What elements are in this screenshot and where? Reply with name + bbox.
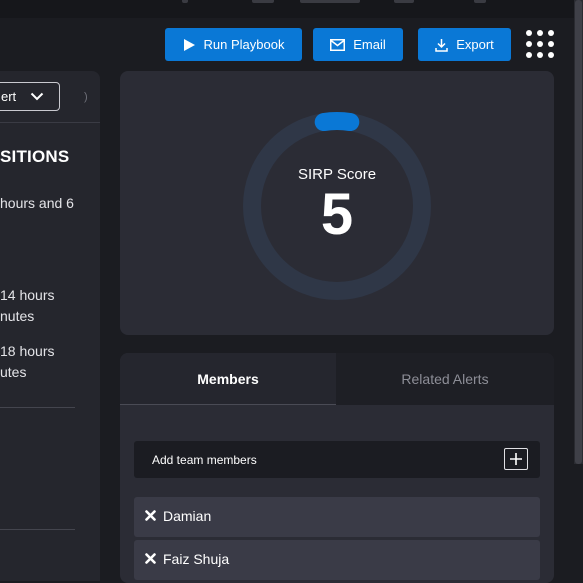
member-item: Faiz Shuja [134,540,540,580]
download-icon [435,38,448,52]
tab-members[interactable]: Members [120,353,336,405]
detail-text: nutes [0,308,35,324]
email-label: Email [353,37,386,52]
detail-text: 14 hours [0,287,55,303]
run-playbook-button[interactable]: Run Playbook [165,28,302,61]
mail-icon [330,38,346,51]
top-bar-fragment [474,0,486,3]
chevron-down-icon [30,92,44,101]
top-bar [0,0,583,18]
top-bar-fragment [252,0,274,3]
score-value: 5 [320,182,354,247]
tab-related-alerts[interactable]: Related Alerts [336,353,554,405]
grid-dots-icon[interactable] [526,30,554,58]
export-label: Export [456,37,494,52]
top-bar-fragment [394,0,414,3]
email-button[interactable]: Email [313,28,403,61]
member-name: Faiz Shuja [163,551,230,567]
detail-text: hours and 6 [0,195,74,211]
detail-text: utes [0,364,27,380]
alert-type-select[interactable]: ert [0,82,60,111]
panel-header: ert ) [0,71,100,123]
score-ring-progress [314,112,360,132]
divider [0,407,75,408]
alert-type-select-value: ert [1,89,17,104]
member-item: Damian [134,497,540,537]
play-icon [183,38,195,51]
plus-icon [510,453,522,465]
add-team-members-row[interactable]: Add team members [134,441,540,478]
paren-fragment: ) [84,91,88,103]
members-panel: Members Related Alerts Add team members … [120,353,554,583]
top-bar-fragment [300,0,360,3]
page-scrollbar[interactable] [574,0,583,464]
member-name: Damian [163,508,212,524]
export-button[interactable]: Export [418,28,511,61]
sirp-score-card: SIRP Score 5 [120,71,554,335]
top-bar-fragment [182,0,188,3]
divider [0,529,75,530]
detail-text: 18 hours [0,343,55,359]
add-member-button[interactable] [504,448,528,470]
incident-details-panel: ert ) SITIONS hours and 6 14 hours nutes… [0,71,100,581]
remove-member-icon[interactable] [145,552,156,565]
add-team-members-label: Add team members [152,453,257,467]
run-playbook-label: Run Playbook [203,37,285,52]
remove-member-icon[interactable] [145,509,156,522]
section-heading: SITIONS [0,147,70,166]
scrollbar-thumb[interactable] [575,0,582,464]
